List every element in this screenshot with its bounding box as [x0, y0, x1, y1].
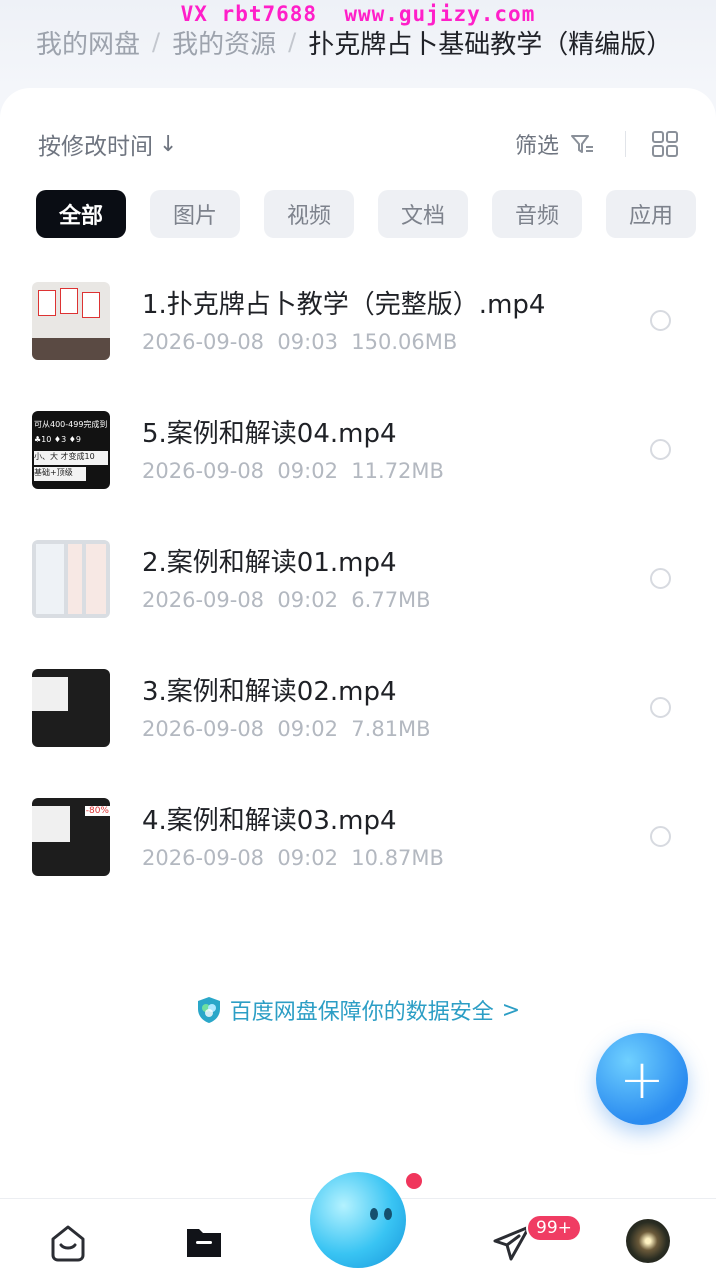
- video-thumbnail: -80%: [32, 798, 110, 876]
- thumbnail-text: 小、大 才变成10: [34, 451, 108, 465]
- video-thumbnail: [32, 540, 110, 618]
- grid-view-icon[interactable]: [650, 129, 680, 159]
- file-size: 150.06MB: [351, 330, 458, 354]
- file-meta: 2026-09-08 09:02 6.77MB: [142, 588, 431, 612]
- file-date: 2026-09-08: [142, 717, 265, 741]
- mascot-eye: [384, 1208, 392, 1220]
- file-size: 7.81MB: [351, 717, 431, 741]
- sort-direction-icon[interactable]: ↓: [159, 132, 177, 157]
- file-meta: 2026-09-08 09:02 7.81MB: [142, 717, 431, 741]
- folder-icon: [187, 1229, 221, 1257]
- shield-icon: [197, 997, 220, 1023]
- file-date: 2026-09-08: [142, 846, 265, 870]
- file-size: 11.72MB: [351, 459, 444, 483]
- file-name: 4.案例和解读03.mp4: [142, 806, 397, 836]
- file-name: 5.案例和解读04.mp4: [142, 419, 397, 449]
- plus-icon: +: [619, 1047, 665, 1111]
- video-thumbnail: 可从400-499完成到5 ♣10 ♦3 ♦9 小、大 才变成10 基础+顶级: [32, 411, 110, 489]
- tab-all[interactable]: 全部: [36, 190, 126, 238]
- file-date: 2026-09-08: [142, 330, 265, 354]
- file-time: 09:02: [277, 459, 338, 483]
- breadcrumb: 我的网盘 / 我的资源 / 扑克牌占卜基础教学（精编版）: [36, 22, 716, 62]
- file-row[interactable]: -80% 4.案例和解读03.mp4 2026-09-08 09:02 10.8…: [0, 782, 716, 892]
- tab-videos[interactable]: 视频: [264, 190, 354, 238]
- breadcrumb-my-resources[interactable]: 我的资源: [172, 24, 276, 61]
- mascot-eye: [370, 1208, 378, 1220]
- tab-apps[interactable]: 应用: [606, 190, 696, 238]
- select-radio[interactable]: [650, 439, 671, 460]
- filter-button[interactable]: 筛选: [515, 128, 595, 160]
- tab-images[interactable]: 图片: [150, 190, 240, 238]
- file-row[interactable]: 3.案例和解读02.mp4 2026-09-08 09:02 7.81MB: [0, 653, 716, 763]
- page: VX rbt7688 www.gujizy.com 我的网盘 / 我的资源 / …: [0, 0, 716, 1280]
- file-name: 2.案例和解读01.mp4: [142, 548, 397, 578]
- file-time: 09:03: [277, 330, 338, 354]
- thumbnail-text: ♣10 ♦3 ♦9: [34, 435, 81, 444]
- select-radio[interactable]: [650, 826, 671, 847]
- video-thumbnail: [32, 669, 110, 747]
- nav-files[interactable]: [174, 1219, 234, 1280]
- file-name: 1.扑克牌占卜教学（完整版）.mp4: [142, 290, 546, 320]
- nav-home[interactable]: [38, 1219, 98, 1280]
- file-row[interactable]: 可从400-499完成到5 ♣10 ♦3 ♦9 小、大 才变成10 基础+顶级 …: [0, 395, 716, 505]
- file-meta: 2026-09-08 09:02 10.87MB: [142, 846, 444, 870]
- toolbar-divider: [625, 131, 626, 157]
- avatar: [626, 1219, 670, 1263]
- filter-label: 筛选: [514, 134, 559, 159]
- file-size: 10.87MB: [351, 846, 444, 870]
- select-radio[interactable]: [650, 310, 671, 331]
- security-notice-text: 百度网盘保障你的数据安全: [229, 1000, 494, 1025]
- file-meta: 2026-09-08 09:03 150.06MB: [142, 330, 457, 354]
- file-time: 09:02: [277, 588, 338, 612]
- file-date: 2026-09-08: [142, 588, 265, 612]
- sort-toolbar: 按修改时间 ↓ 筛选: [38, 126, 680, 162]
- tab-audio[interactable]: 音频: [492, 190, 582, 238]
- nav-profile[interactable]: [618, 1219, 678, 1280]
- home-icon: [51, 1225, 85, 1262]
- breadcrumb-my-disk[interactable]: 我的网盘: [36, 24, 140, 61]
- file-date: 2026-09-08: [142, 459, 265, 483]
- file-time: 09:02: [277, 717, 338, 741]
- notification-dot: [406, 1173, 422, 1189]
- chevron-right-icon: >: [501, 997, 521, 1023]
- message-count-badge: 99+: [526, 1214, 582, 1242]
- thumbnail-text: 基础+顶级: [34, 467, 86, 481]
- file-meta: 2026-09-08 09:02 11.72MB: [142, 459, 444, 483]
- category-tabs: 全部 图片 视频 文档 音频 应用: [36, 190, 716, 240]
- thumbnail-text: 可从400-499完成到5: [34, 420, 108, 429]
- breadcrumb-separator: /: [288, 28, 297, 56]
- add-button[interactable]: +: [596, 1033, 688, 1125]
- filter-icon: [571, 135, 593, 153]
- tab-documents[interactable]: 文档: [378, 190, 468, 238]
- assistant-mascot-button[interactable]: [310, 1172, 406, 1268]
- security-notice-link[interactable]: 百度网盘保障你的数据安全 >: [0, 990, 716, 1030]
- breadcrumb-separator: /: [152, 28, 161, 56]
- file-row[interactable]: 2.案例和解读01.mp4 2026-09-08 09:02 6.77MB: [0, 524, 716, 634]
- file-row[interactable]: 1.扑克牌占卜教学（完整版）.mp4 2026-09-08 09:03 150.…: [0, 266, 716, 376]
- file-name: 3.案例和解读02.mp4: [142, 677, 397, 707]
- sort-by-modified-button[interactable]: 按修改时间: [38, 127, 153, 161]
- select-radio[interactable]: [650, 568, 671, 589]
- file-time: 09:02: [277, 846, 338, 870]
- breadcrumb-current-folder: 扑克牌占卜基础教学（精编版）: [308, 29, 673, 60]
- video-thumbnail: [32, 282, 110, 360]
- file-size: 6.77MB: [351, 588, 431, 612]
- thumbnail-text: -80%: [84, 806, 110, 816]
- select-radio[interactable]: [650, 697, 671, 718]
